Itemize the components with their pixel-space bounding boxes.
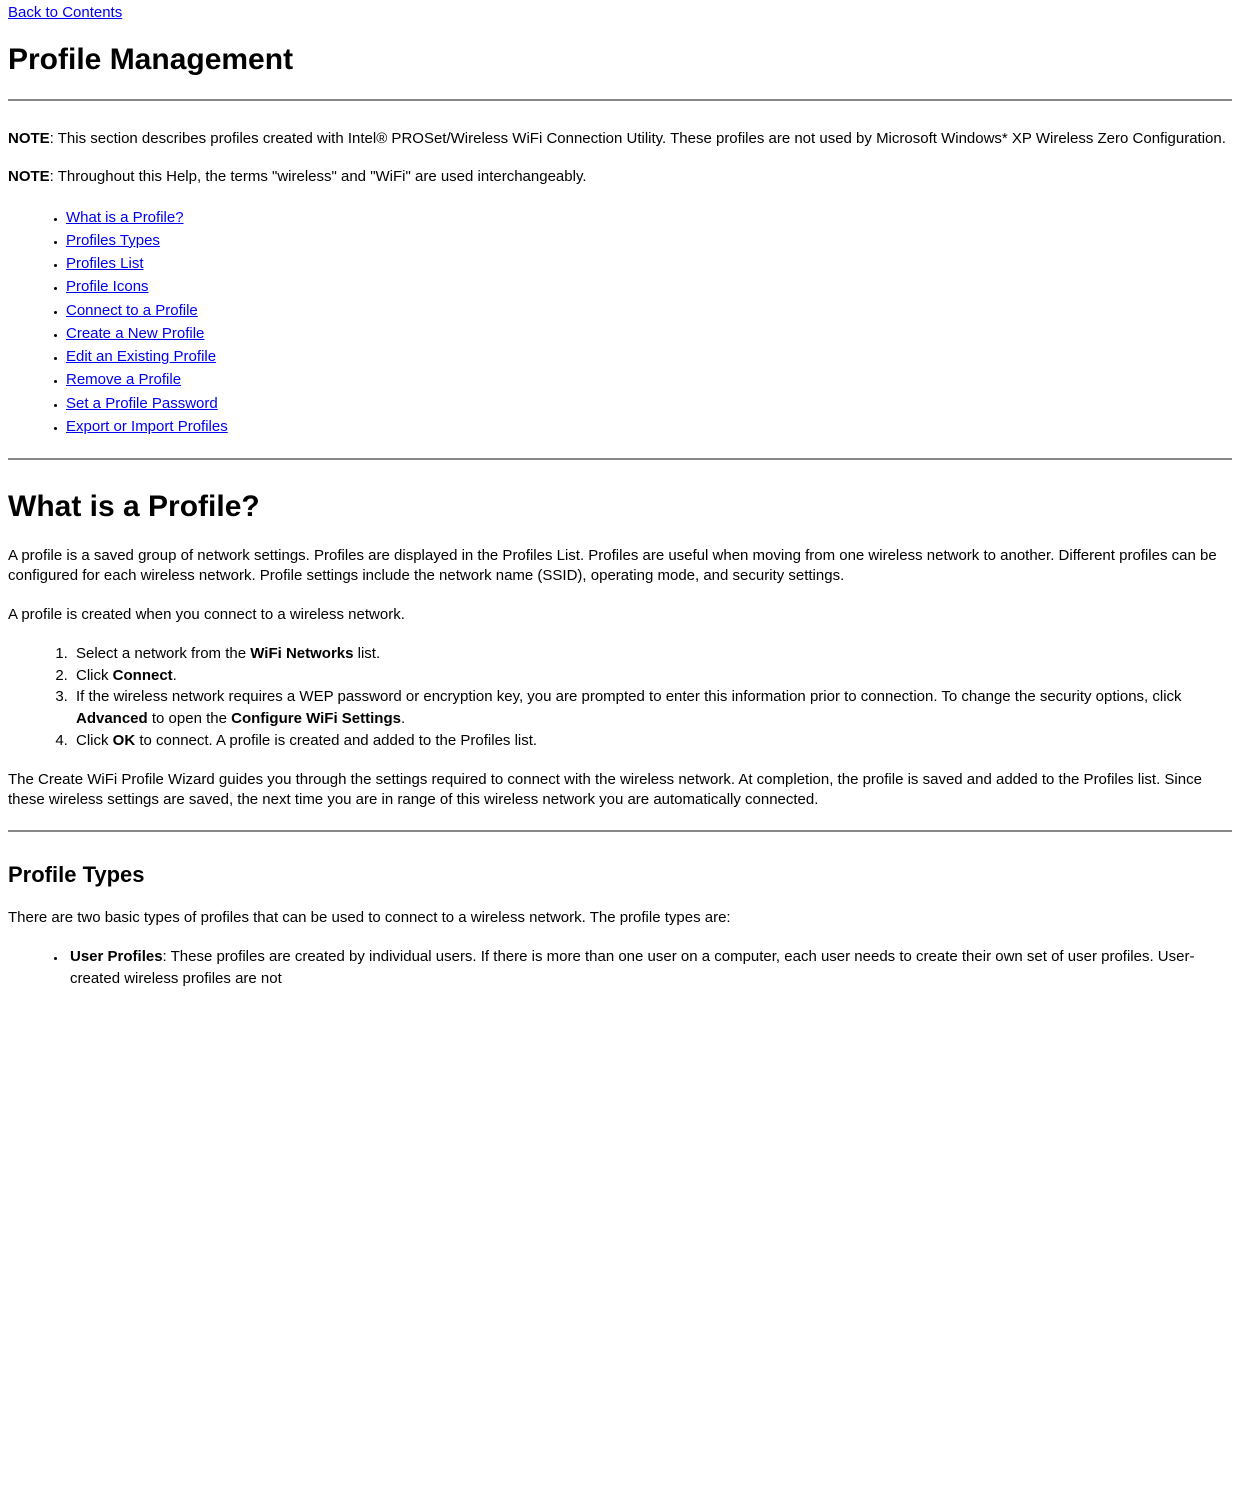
divider	[8, 458, 1232, 460]
note-label: NOTE	[8, 168, 50, 185]
note-1: NOTE: This section describes profiles cr…	[8, 129, 1232, 149]
heading-what-is-a-profile: What is a Profile?	[8, 490, 1232, 524]
toc-link-set-a-profile-password[interactable]: Set a Profile Password	[66, 395, 218, 412]
note-text: : This section describes profiles create…	[50, 130, 1226, 147]
toc-item: Connect to a Profile	[66, 299, 1232, 322]
note-2: NOTE: Throughout this Help, the terms "w…	[8, 167, 1232, 187]
heading-profile-types: Profile Types	[8, 862, 1232, 888]
toc-link-profile-icons[interactable]: Profile Icons	[66, 278, 149, 295]
step-item: If the wireless network requires a WEP p…	[72, 686, 1232, 730]
toc-item: Profiles Types	[66, 229, 1232, 252]
toc-link-create-a-new-profile[interactable]: Create a New Profile	[66, 325, 204, 342]
toc-item: Profiles List	[66, 252, 1232, 275]
toc-item: Export or Import Profiles	[66, 415, 1232, 438]
toc-item: Profile Icons	[66, 275, 1232, 298]
note-text: : Throughout this Help, the terms "wirel…	[50, 168, 587, 185]
toc-item: What is a Profile?	[66, 206, 1232, 229]
toc-link-profiles-types[interactable]: Profiles Types	[66, 232, 160, 249]
toc-item: Edit an Existing Profile	[66, 345, 1232, 368]
step-item: Select a network from the WiFi Networks …	[72, 643, 1232, 665]
note-label: NOTE	[8, 130, 50, 147]
steps-list: Select a network from the WiFi Networks …	[8, 643, 1232, 752]
paragraph: The Create WiFi Profile Wizard guides yo…	[8, 770, 1232, 811]
toc-link-export-or-import-profiles[interactable]: Export or Import Profiles	[66, 418, 228, 435]
toc-link-what-is-a-profile[interactable]: What is a Profile?	[66, 209, 184, 226]
back-to-contents-link[interactable]: Back to Contents	[8, 4, 122, 21]
page-title: Profile Management	[8, 43, 1232, 77]
paragraph: There are two basic types of profiles th…	[8, 908, 1232, 928]
divider	[8, 99, 1232, 101]
toc-link-edit-an-existing-profile[interactable]: Edit an Existing Profile	[66, 348, 216, 365]
divider	[8, 830, 1232, 832]
toc-item: Remove a Profile	[66, 368, 1232, 391]
paragraph: A profile is a saved group of network se…	[8, 546, 1232, 587]
list-item: User Profiles: These profiles are create…	[66, 946, 1232, 990]
toc-link-profiles-list[interactable]: Profiles List	[66, 255, 144, 272]
toc-list: What is a Profile? Profiles Types Profil…	[8, 206, 1232, 439]
step-item: Click OK to connect. A profile is create…	[72, 730, 1232, 752]
toc-link-connect-to-a-profile[interactable]: Connect to a Profile	[66, 302, 198, 319]
toc-item: Set a Profile Password	[66, 392, 1232, 415]
toc-link-remove-a-profile[interactable]: Remove a Profile	[66, 371, 181, 388]
paragraph: A profile is created when you connect to…	[8, 605, 1232, 625]
step-item: Click Connect.	[72, 665, 1232, 687]
profile-types-list: User Profiles: These profiles are create…	[8, 946, 1232, 990]
toc-item: Create a New Profile	[66, 322, 1232, 345]
